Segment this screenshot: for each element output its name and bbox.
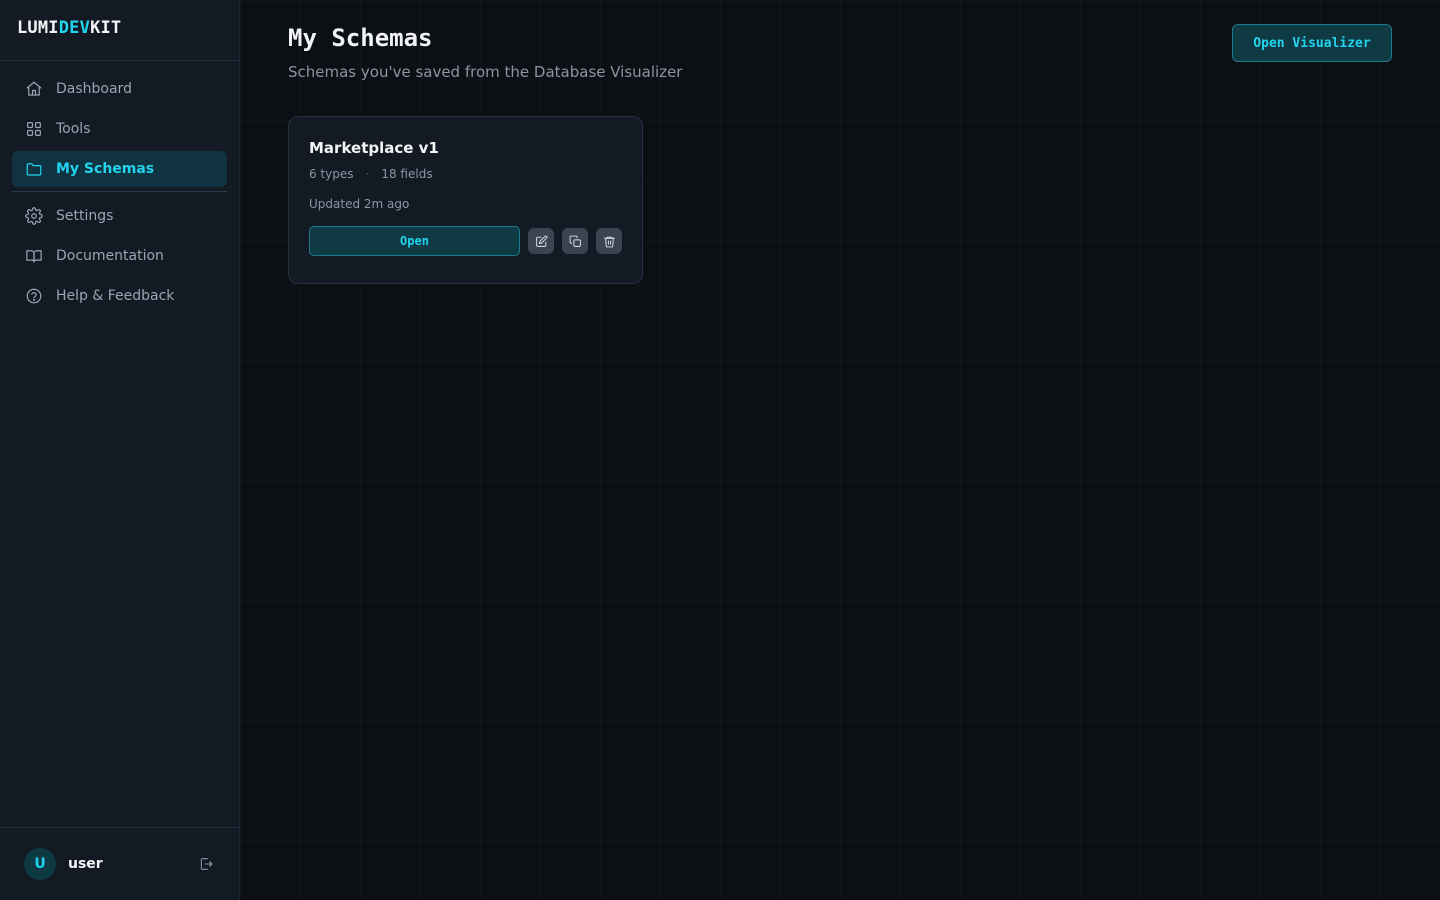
sidebar-item-dashboard[interactable]: Dashboard (12, 71, 227, 107)
edit-icon (535, 235, 547, 247)
sidebar-item-documentation[interactable]: Documentation (12, 238, 227, 274)
meta-separator: · (365, 167, 370, 181)
page-subtitle: Schemas you've saved from the Database V… (288, 63, 683, 81)
sidebar-item-label: Dashboard (56, 81, 132, 97)
home-icon (24, 79, 44, 99)
sidebar-item-tools[interactable]: Tools (12, 111, 227, 147)
sidebar-item-settings[interactable]: Settings (12, 198, 227, 234)
sidebar-item-label: Documentation (56, 248, 164, 264)
logout-icon[interactable] (197, 855, 215, 873)
schema-updated: Updated 2m ago (309, 197, 410, 211)
sidebar-item-my-schemas[interactable]: My Schemas (12, 151, 227, 187)
book-icon (24, 246, 44, 266)
open-schema-button[interactable]: Open (309, 226, 520, 256)
copy-icon (569, 235, 581, 247)
sidebar-nav: Dashboard Tools My Schemas Settings Docu… (0, 61, 239, 314)
edit-schema-button[interactable] (528, 228, 554, 254)
sidebar-item-label: Settings (56, 208, 114, 224)
avatar[interactable]: U (24, 848, 56, 880)
main-content: My Schemas Schemas you've saved from the… (240, 0, 1440, 900)
username: user (68, 856, 103, 872)
schema-actions: Open (309, 226, 622, 256)
help-circle-icon (24, 286, 44, 306)
delete-schema-button[interactable] (596, 228, 622, 254)
grid-icon (24, 119, 44, 139)
sidebar-item-label: Help & Feedback (56, 288, 175, 304)
sidebar-item-help-feedback[interactable]: Help & Feedback (12, 278, 227, 314)
schema-card: Marketplace v1 6 types · 18 fields Updat… (288, 116, 643, 284)
open-visualizer-button[interactable]: Open Visualizer (1232, 24, 1392, 62)
sidebar-divider (12, 191, 227, 192)
folder-icon (24, 159, 44, 179)
user-profile-bar: U user (0, 827, 239, 900)
schema-fields-count: 18 fields (381, 167, 433, 181)
sidebar-item-label: Tools (56, 121, 91, 137)
schema-types-count: 6 types (309, 167, 354, 181)
schema-meta: 6 types · 18 fields (309, 167, 622, 181)
sidebar: LUMIDEVKIT Dashboard Tools My Schemas Se (0, 0, 240, 900)
gear-icon (24, 206, 44, 226)
duplicate-schema-button[interactable] (562, 228, 588, 254)
trash-icon (603, 236, 615, 247)
brand-logo[interactable]: LUMIDEVKIT (0, 0, 239, 61)
sidebar-item-label: My Schemas (56, 161, 155, 177)
schema-name: Marketplace v1 (309, 139, 439, 157)
page-title: My Schemas (288, 24, 433, 52)
